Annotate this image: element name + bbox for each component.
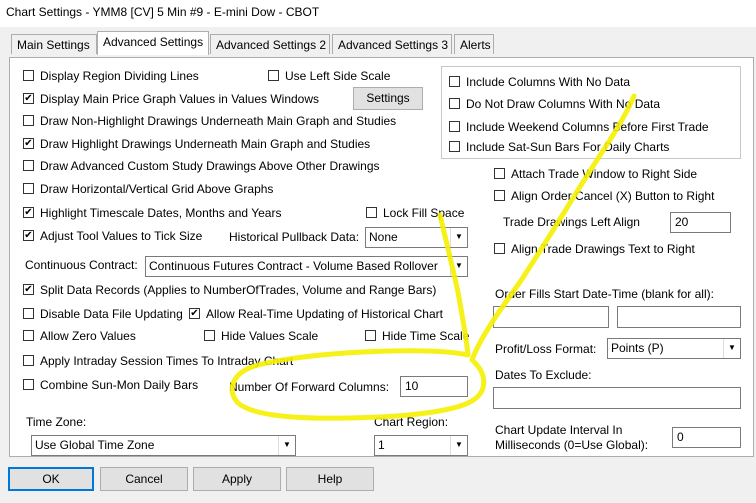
checkbox-box: ✔	[23, 138, 34, 149]
chart-update-interval-input[interactable]: 0	[672, 427, 741, 448]
dates-to-exclude-input[interactable]	[493, 387, 741, 409]
include-sat-sun-bars-checkbox[interactable]: Include Sat-Sun Bars For Daily Charts	[449, 139, 669, 156]
checkbox-box	[449, 141, 460, 152]
checkbox-box: ✔	[23, 284, 34, 295]
apply-button[interactable]: Apply	[193, 467, 281, 491]
dates-to-exclude-label: Dates To Exclude:	[495, 368, 592, 382]
allow-realtime-updating-checkbox[interactable]: ✔ Allow Real-Time Updating of Historical…	[189, 306, 443, 323]
chevron-down-icon[interactable]: ▼	[450, 228, 467, 247]
profit-loss-format-select[interactable]: Points (P) ▼	[607, 338, 741, 359]
chart-region-label: Chart Region:	[374, 415, 449, 429]
highlight-timescale-checkbox[interactable]: ✔ Highlight Timescale Dates, Months and …	[23, 205, 281, 222]
tab-advanced-settings-3[interactable]: Advanced Settings 3	[332, 34, 452, 54]
checkbox-box	[23, 160, 34, 171]
hide-values-scale-checkbox[interactable]: Hide Values Scale	[204, 328, 318, 345]
checkbox-box	[494, 168, 505, 179]
attach-trade-window-checkbox[interactable]: Attach Trade Window to Right Side	[494, 166, 697, 183]
help-button[interactable]: Help	[286, 467, 374, 491]
cancel-button[interactable]: Cancel	[100, 467, 188, 491]
draw-highlight-checkbox[interactable]: ✔ Draw Highlight Drawings Underneath Mai…	[23, 136, 370, 153]
checkbox-box: ✔	[23, 93, 34, 104]
checkbox-box	[366, 207, 377, 218]
chevron-down-icon[interactable]: ▼	[723, 339, 740, 358]
chart-update-interval-label: Chart Update Interval In	[495, 423, 623, 437]
checkbox-box	[23, 183, 34, 194]
checkbox-box	[204, 330, 215, 341]
checkbox-box	[494, 190, 505, 201]
checkbox-box	[23, 355, 34, 366]
lock-fill-space-checkbox[interactable]: Lock Fill Space	[366, 205, 464, 222]
tab-main-settings[interactable]: Main Settings	[11, 34, 97, 54]
allow-zero-values-checkbox[interactable]: Allow Zero Values	[23, 328, 136, 345]
checkbox-box	[23, 308, 34, 319]
continuous-contract-select[interactable]: Continuous Futures Contract - Volume Bas…	[145, 256, 468, 277]
tab-strip: Main Settings Advanced Settings Advanced…	[0, 27, 756, 57]
draw-advanced-custom-checkbox[interactable]: Draw Advanced Custom Study Drawings Abov…	[23, 158, 380, 175]
include-columns-no-data-checkbox[interactable]: Include Columns With No Data	[449, 74, 630, 91]
settings-button[interactable]: Settings	[353, 87, 423, 110]
continuous-contract-label: Continuous Contract:	[25, 258, 138, 272]
align-order-cancel-checkbox[interactable]: Align Order Cancel (X) Button to Right	[494, 188, 714, 205]
combine-sun-mon-checkbox[interactable]: Combine Sun-Mon Daily Bars	[23, 377, 198, 394]
display-main-price-graph-values-checkbox[interactable]: ✔ Display Main Price Graph Values in Val…	[23, 91, 319, 108]
tab-advanced-settings[interactable]: Advanced Settings	[97, 31, 209, 55]
chevron-down-icon[interactable]: ▼	[278, 436, 295, 455]
order-fills-start-date-input[interactable]	[493, 306, 609, 328]
checkbox-box	[23, 330, 34, 341]
time-zone-label: Time Zone:	[26, 415, 87, 429]
draw-non-highlight-checkbox[interactable]: Draw Non-Highlight Drawings Underneath M…	[23, 113, 396, 130]
order-fills-start-label: Order Fills Start Date-Time (blank for a…	[495, 287, 714, 301]
align-trade-drawings-text-checkbox[interactable]: Align Trade Drawings Text to Right	[494, 241, 695, 258]
ok-button[interactable]: OK	[8, 467, 94, 491]
checkbox-box	[449, 121, 460, 132]
trade-drawings-left-align-input[interactable]: 20	[670, 212, 731, 233]
checkbox-box	[23, 70, 34, 81]
checkbox-box	[365, 330, 376, 341]
chevron-down-icon[interactable]: ▼	[450, 436, 467, 455]
checkbox-box: ✔	[23, 230, 34, 241]
hide-time-scale-checkbox[interactable]: Hide Time Scale	[365, 328, 469, 345]
do-not-draw-columns-checkbox[interactable]: Do Not Draw Columns With No Data	[449, 96, 660, 113]
tab-alerts[interactable]: Alerts	[454, 34, 494, 54]
checkbox-box: ✔	[189, 308, 200, 319]
checkbox-box	[494, 243, 505, 254]
display-region-dividing-lines-checkbox[interactable]: Display Region Dividing Lines	[23, 68, 199, 85]
checkbox-box	[23, 379, 34, 390]
number-forward-columns-input[interactable]: 10	[400, 376, 468, 397]
order-fills-start-time-input[interactable]	[617, 306, 741, 328]
disable-data-file-updating-checkbox[interactable]: Disable Data File Updating	[23, 306, 183, 323]
profit-loss-format-label: Profit/Loss Format:	[495, 342, 597, 356]
split-data-records-checkbox[interactable]: ✔ Split Data Records (Applies to NumberO…	[23, 282, 436, 299]
trade-drawings-left-align-label: Trade Drawings Left Align	[503, 215, 640, 229]
checkbox-box: ✔	[23, 207, 34, 218]
number-forward-columns-label: Number Of Forward Columns:	[229, 380, 390, 394]
checkbox-box	[268, 70, 279, 81]
apply-intraday-session-checkbox[interactable]: Apply Intraday Session Times To Intraday…	[23, 353, 293, 370]
adjust-tool-values-checkbox[interactable]: ✔ Adjust Tool Values to Tick Size	[23, 228, 202, 245]
tab-advanced-settings-2[interactable]: Advanced Settings 2	[210, 34, 330, 54]
checkbox-box	[449, 76, 460, 87]
chevron-down-icon[interactable]: ▼	[450, 257, 467, 276]
checkbox-box	[449, 98, 460, 109]
time-zone-select[interactable]: Use Global Time Zone ▼	[31, 435, 296, 456]
historical-pullback-label: Historical Pullback Data:	[229, 230, 360, 244]
checkbox-box	[23, 115, 34, 126]
include-weekend-columns-checkbox[interactable]: Include Weekend Columns Before First Tra…	[449, 119, 709, 136]
draw-grid-above-checkbox[interactable]: Draw Horizontal/Vertical Grid Above Grap…	[23, 181, 273, 198]
title-bar: Chart Settings - YMM8 [CV] 5 Min #9 - E-…	[0, 0, 756, 27]
historical-pullback-select[interactable]: None ▼	[365, 227, 468, 248]
chart-region-select[interactable]: 1 ▼	[374, 435, 468, 456]
window-title: Chart Settings - YMM8 [CV] 5 Min #9 - E-…	[6, 5, 320, 19]
use-left-side-scale-checkbox[interactable]: Use Left Side Scale	[268, 68, 390, 85]
chart-update-interval-label-2: Milliseconds (0=Use Global):	[495, 438, 649, 452]
